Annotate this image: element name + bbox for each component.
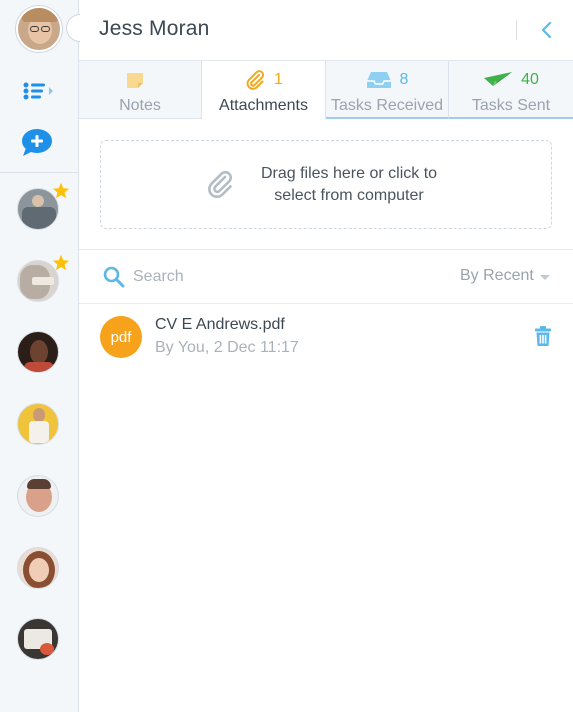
header: Jess Moran — [79, 0, 573, 61]
tab-label: Notes — [119, 97, 161, 114]
new-chat-button[interactable] — [20, 128, 56, 158]
list-item[interactable]: pdf CV E Andrews.pdf By You, 2 Dec 11:17 — [79, 304, 573, 368]
tab-count: 1 — [274, 71, 283, 88]
tab-tasks-sent[interactable]: 40 Tasks Sent — [449, 61, 573, 119]
my-avatar[interactable] — [16, 6, 62, 52]
tab-label: Tasks Sent — [471, 97, 551, 114]
contact-avatar[interactable] — [17, 618, 59, 660]
page-title: Jess Moran — [99, 17, 210, 40]
dropzone-text: Drag files here or click to select from … — [249, 163, 449, 207]
contact-avatar[interactable] — [17, 547, 59, 589]
sort-dropdown[interactable]: By Recent — [460, 267, 550, 285]
task-list-button[interactable] — [20, 78, 56, 108]
file-name: CV E Andrews.pdf — [155, 316, 285, 333]
file-meta: By You, 2 Dec 11:17 — [155, 339, 299, 356]
header-separator — [516, 20, 517, 40]
tab-bar: Notes 1 Attachments 8 Tasks Received 40 … — [79, 61, 573, 119]
sidebar-divider — [0, 172, 78, 173]
sort-label: By Recent — [460, 267, 534, 284]
active-user-indicator — [66, 14, 80, 42]
pdf-file-icon: pdf — [100, 316, 142, 358]
tab-tasks-received[interactable]: 8 Tasks Received — [326, 61, 449, 119]
chevron-left-icon — [541, 21, 552, 39]
tab-count: 40 — [521, 71, 539, 88]
tab-attachments[interactable]: 1 Attachments — [202, 61, 326, 119]
inbox-tray-icon — [366, 72, 391, 88]
file-dropzone[interactable]: Drag files here or click to select from … — [100, 140, 552, 229]
star-icon — [52, 182, 70, 199]
paperclip-icon — [208, 170, 233, 199]
tab-count: 8 — [399, 71, 409, 88]
trash-icon[interactable] — [534, 325, 552, 347]
divider — [79, 249, 573, 250]
tab-label: Tasks Received — [330, 97, 444, 114]
dropzone-line: Drag files here or click to — [260, 165, 438, 182]
search-input[interactable] — [133, 264, 393, 290]
dropzone-line: select from computer — [274, 187, 424, 204]
chat-plus-icon — [22, 129, 52, 156]
contact-avatar[interactable] — [17, 403, 59, 445]
caret-down-icon — [539, 274, 550, 280]
contact-avatar[interactable] — [17, 475, 59, 517]
task-list-icon — [23, 82, 53, 100]
app: Jess Moran Notes 1 Attachments 8 Tasks R… — [0, 0, 573, 712]
paper-plane-icon — [484, 72, 513, 86]
sidebar — [0, 0, 80, 712]
paperclip-icon — [246, 70, 265, 90]
star-icon — [52, 254, 70, 271]
tab-notes[interactable]: Notes — [79, 61, 202, 119]
tab-label: Attachments — [219, 97, 308, 114]
contact-avatar[interactable] — [17, 331, 59, 373]
note-icon — [127, 73, 143, 88]
search-icon — [103, 266, 125, 288]
collapse-button[interactable] — [537, 18, 557, 42]
